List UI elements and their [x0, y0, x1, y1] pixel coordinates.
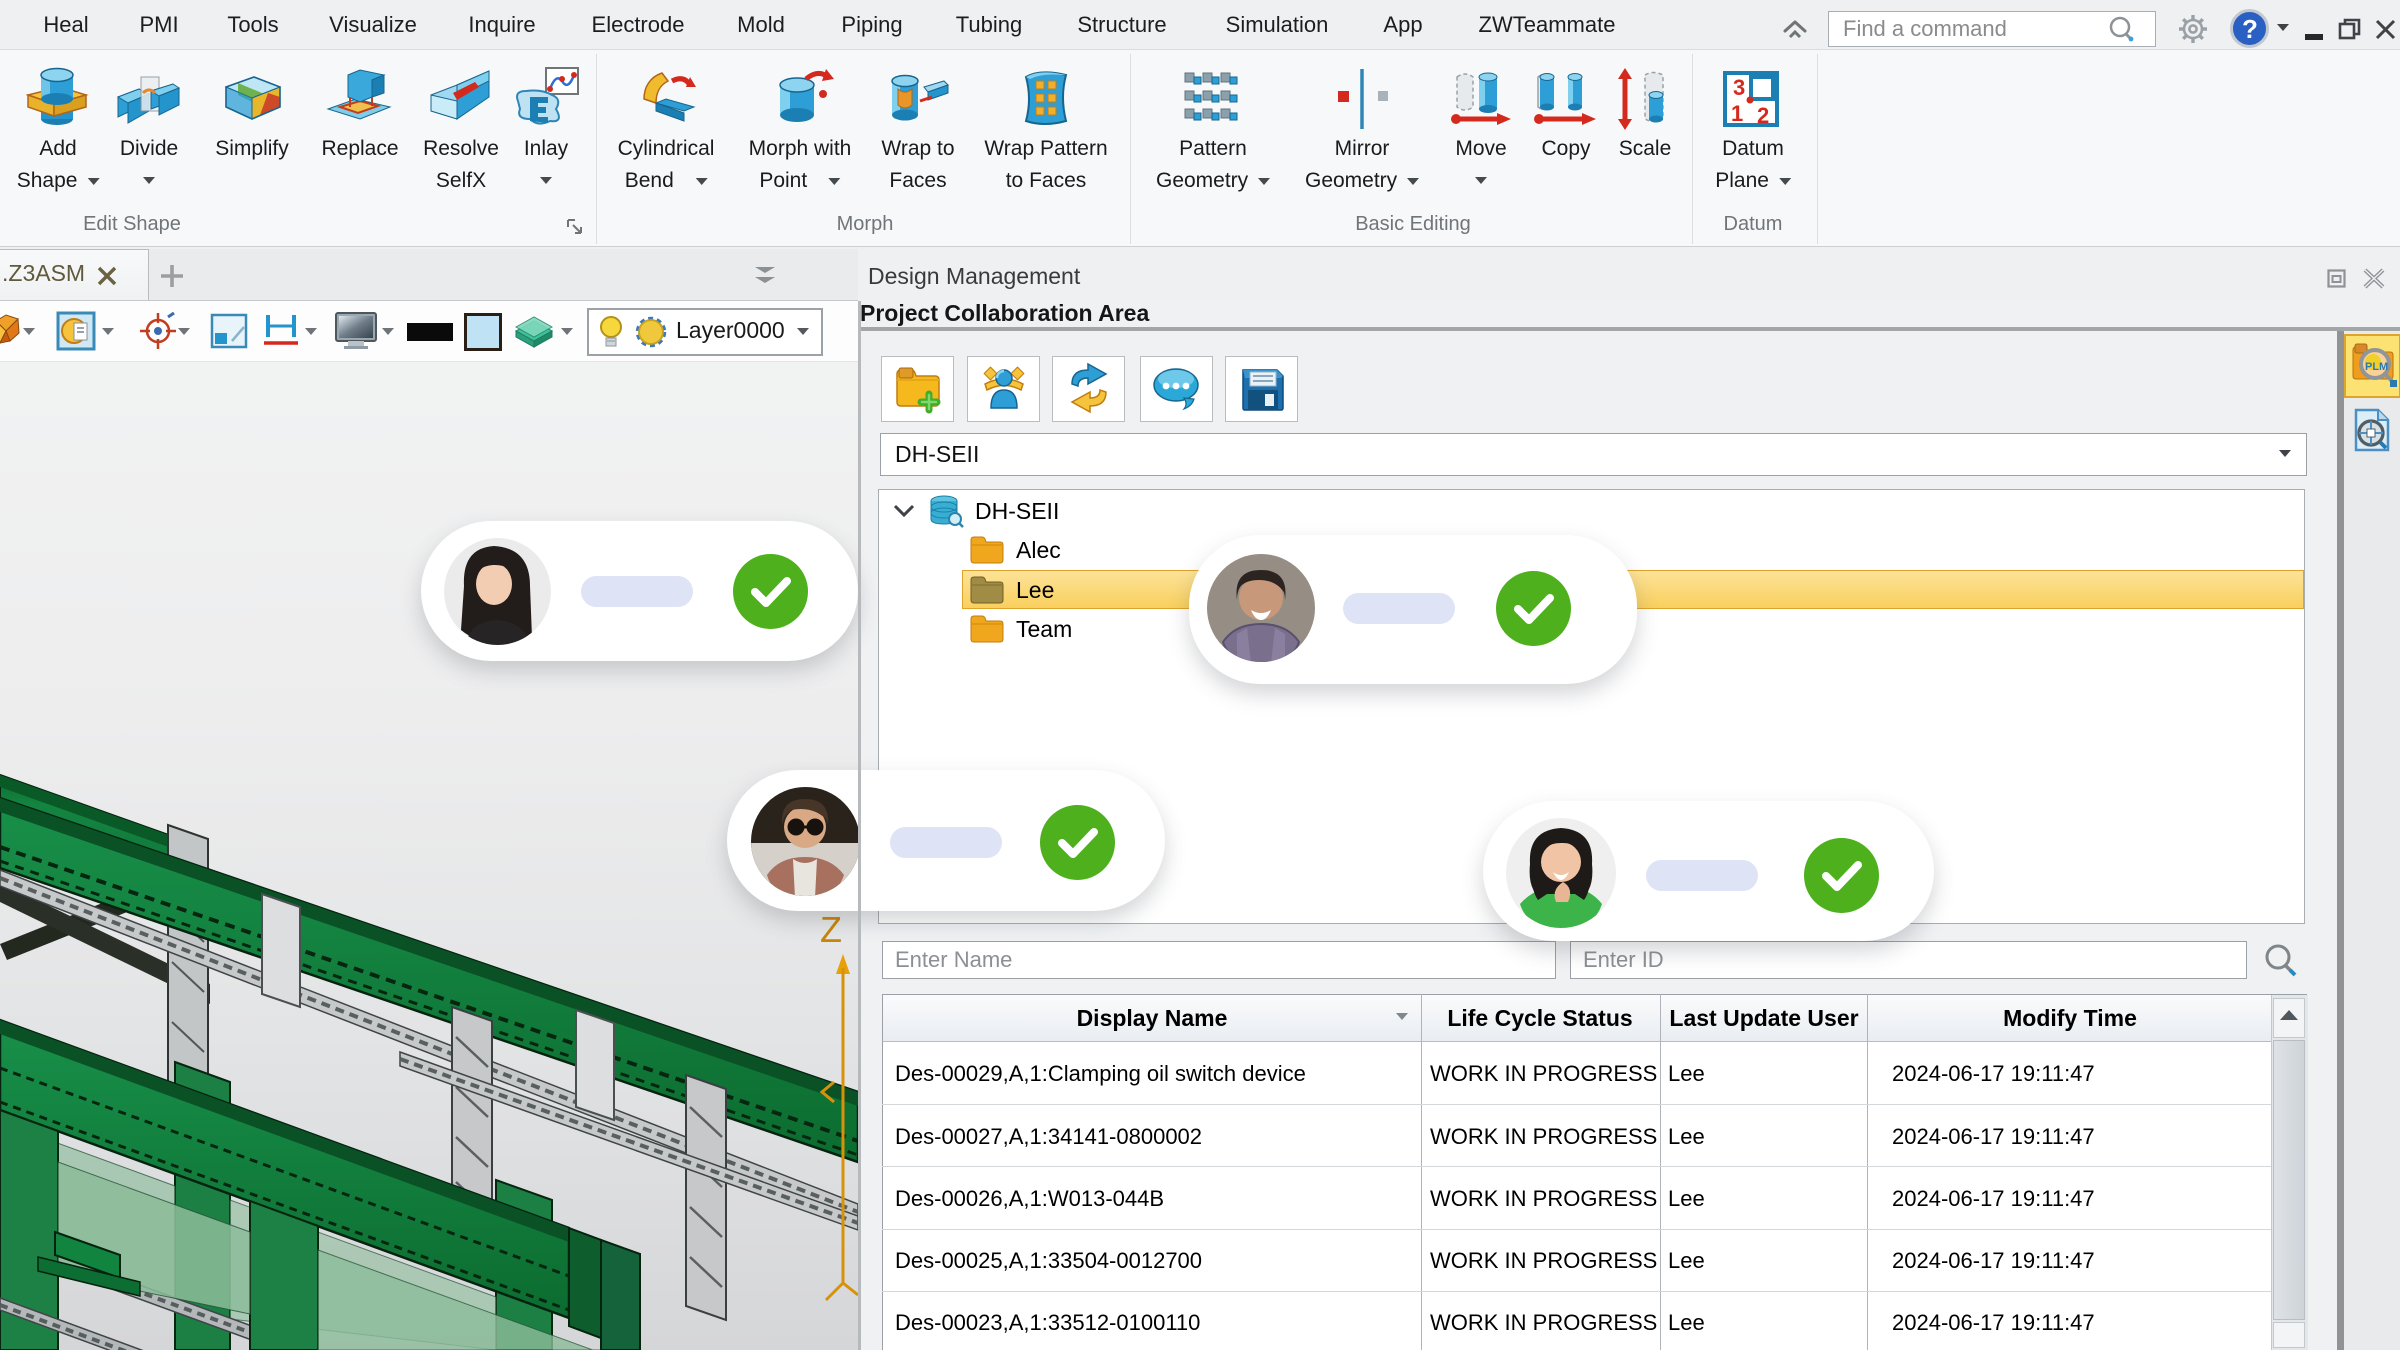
svg-text:Z: Z — [820, 909, 842, 950]
svg-text:3: 3 — [1733, 75, 1745, 100]
svg-text:1: 1 — [1731, 101, 1743, 126]
svg-text:PLM: PLM — [2365, 361, 2388, 373]
svg-text:2: 2 — [1757, 103, 1769, 128]
